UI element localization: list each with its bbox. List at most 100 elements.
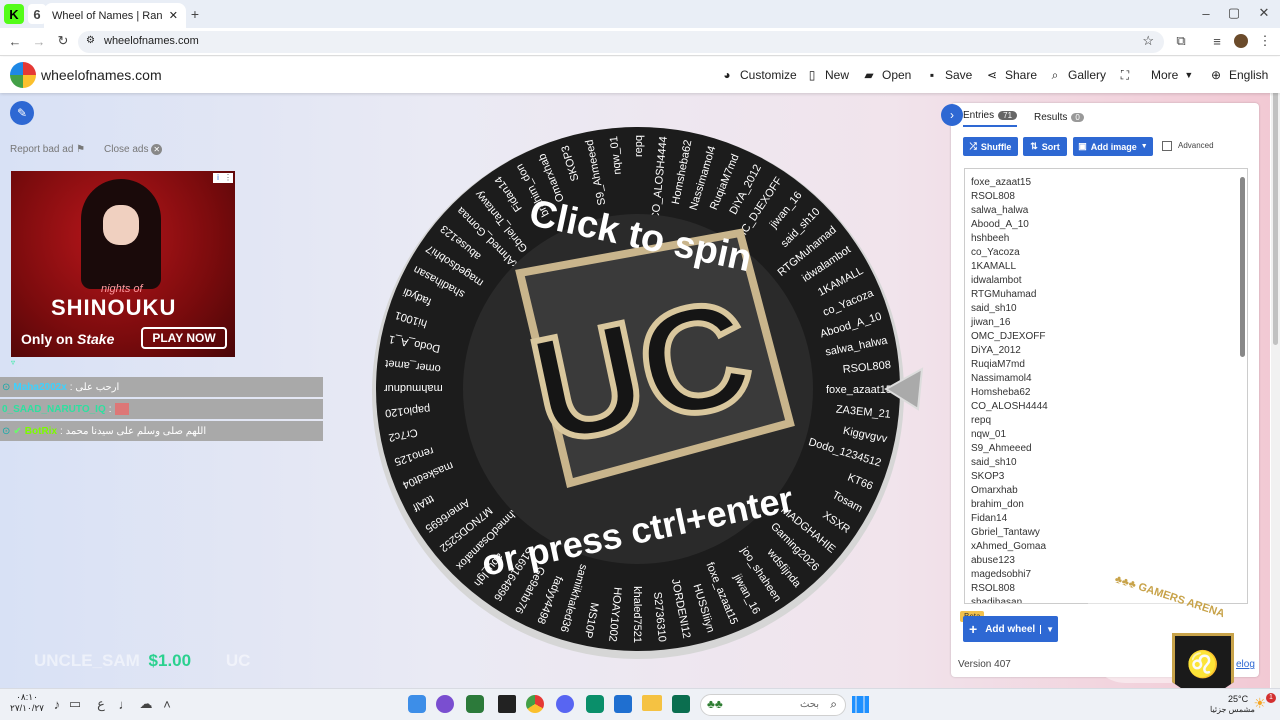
chevron-up-icon[interactable]: ˄ bbox=[160, 697, 174, 712]
collapse-panel-button[interactable]: › bbox=[941, 104, 963, 126]
monitor-icon[interactable]: ▭ bbox=[68, 696, 82, 711]
entry-item[interactable]: Abood_A_10 bbox=[971, 218, 1029, 232]
edit-pencil-button[interactable]: ✎ bbox=[10, 101, 34, 125]
entry-item[interactable]: idwalambot bbox=[971, 274, 1022, 288]
taskbar-search[interactable]: ♣♣ بحث ⌕ bbox=[700, 694, 846, 716]
app-icon[interactable] bbox=[436, 695, 454, 713]
advanced-checkbox[interactable] bbox=[1162, 141, 1172, 151]
share-button[interactable]: ⋖ Share bbox=[985, 57, 1037, 93]
sort-button[interactable]: ⇅ Sort bbox=[1023, 137, 1067, 156]
entry-item[interactable]: Fidan14 bbox=[971, 512, 1007, 526]
entry-item[interactable]: SKOP3 bbox=[971, 470, 1004, 484]
entry-item[interactable]: magedsobhi7 bbox=[971, 568, 1031, 582]
entry-item[interactable]: Homsheba62 bbox=[971, 386, 1030, 400]
new-tab-button[interactable]: + bbox=[188, 5, 202, 23]
app-icon[interactable] bbox=[498, 695, 516, 713]
wheel-logo-icon[interactable] bbox=[10, 62, 36, 88]
tab-entries[interactable]: Entries 71 bbox=[963, 107, 1018, 127]
shuffle-button[interactable]: ⤮ Shuffle bbox=[963, 137, 1018, 156]
entry-item[interactable]: hshbeeh bbox=[971, 232, 1009, 246]
close-ads-link[interactable]: Close ads ✕ bbox=[104, 144, 163, 155]
entry-item[interactable]: repq bbox=[971, 414, 991, 428]
discord-icon[interactable] bbox=[556, 695, 574, 713]
entry-item[interactable]: co_Yacoza bbox=[971, 246, 1020, 260]
app-icon[interactable] bbox=[586, 695, 604, 713]
bookmark-star-icon[interactable]: ☆ bbox=[1142, 33, 1154, 49]
close-window-icon[interactable]: ✕ bbox=[1256, 5, 1272, 21]
wheel[interactable]: foxe_azaat15RSOL808salwa_halwaAbood_A_10… bbox=[370, 123, 930, 663]
add-wheel-button[interactable]: + Add wheel ▼ bbox=[963, 616, 1058, 642]
entry-item[interactable]: Omarxhab bbox=[971, 484, 1018, 498]
site-info-icon[interactable]: ⚙ bbox=[86, 35, 95, 46]
app-icon[interactable] bbox=[408, 695, 426, 713]
entries-textarea[interactable]: foxe_azaat15 RSOL808 salwa_halwa Abood_A_10… bbox=[964, 168, 1248, 604]
reading-list-icon[interactable]: ≡ bbox=[1210, 34, 1224, 49]
entry-item[interactable]: nqw_01 bbox=[971, 428, 1006, 442]
entry-item[interactable]: said_sh10 bbox=[971, 302, 1017, 316]
ad-close-icon[interactable]: ⋮ bbox=[223, 173, 233, 183]
folder-icon[interactable] bbox=[642, 695, 662, 711]
volume-icon[interactable]: ♪ bbox=[50, 697, 64, 712]
extensions-icon[interactable]: ⧉ bbox=[1174, 33, 1188, 48]
reload-icon[interactable]: ↻ bbox=[56, 33, 70, 48]
close-tab-icon[interactable]: ✕ bbox=[169, 9, 178, 22]
entry-item[interactable]: said_sh10 bbox=[971, 456, 1017, 470]
cloud-icon[interactable]: ☁ bbox=[138, 696, 154, 711]
ad-play-button[interactable]: PLAY NOW bbox=[141, 327, 227, 349]
entry-item[interactable]: brahim_don bbox=[971, 498, 1024, 512]
entry-item[interactable]: jiwan_16 bbox=[971, 316, 1010, 330]
entry-item[interactable]: RTGMuhamad bbox=[971, 288, 1036, 302]
site-logo-text[interactable]: wheelofnames.com bbox=[41, 67, 162, 83]
entry-item[interactable]: S9_Ahmeeed bbox=[971, 442, 1032, 456]
address-bar[interactable]: ⚙ wheelofnames.com ☆ bbox=[78, 31, 1164, 53]
ad-info-icon[interactable]: i bbox=[213, 173, 223, 183]
save-button[interactable]: ▪ Save bbox=[925, 57, 973, 93]
entry-item[interactable]: salwa_halwa bbox=[971, 204, 1028, 218]
back-icon[interactable]: ← bbox=[8, 34, 22, 49]
more-button[interactable]: More ▼ bbox=[1151, 57, 1193, 93]
entry-item[interactable]: Gbriel_Tantawy bbox=[971, 526, 1040, 540]
entry-item[interactable]: Nassimamol4 bbox=[971, 372, 1032, 386]
ad-choices-icon[interactable]: ▿ bbox=[11, 358, 15, 367]
entry-item[interactable]: abuse123 bbox=[971, 554, 1015, 568]
entry-item[interactable]: 1KAMALL bbox=[971, 260, 1016, 274]
browser-tab[interactable]: Wheel of Names | Random nam ✕ bbox=[44, 3, 186, 28]
open-button[interactable]: ▰ Open bbox=[862, 57, 911, 93]
add-image-button[interactable]: ▣ Add image ▼ bbox=[1073, 137, 1153, 156]
chrome-icon[interactable] bbox=[526, 695, 544, 713]
page-scrollbar-thumb[interactable] bbox=[1273, 65, 1278, 345]
entry-item[interactable]: DiYA_2012 bbox=[971, 344, 1021, 358]
microphone-icon[interactable]: ♩ bbox=[118, 697, 132, 712]
profile-avatar[interactable] bbox=[1234, 34, 1248, 48]
app-icon[interactable] bbox=[672, 695, 690, 713]
entry-item[interactable]: RSOL808 bbox=[971, 582, 1015, 596]
page-scrollbar[interactable] bbox=[1271, 57, 1280, 688]
entry-item[interactable]: CO_ALOSH4444 bbox=[971, 400, 1048, 414]
entry-item[interactable]: foxe_azaat15 bbox=[971, 176, 1031, 190]
language-indicator[interactable]: ع bbox=[94, 696, 108, 711]
entry-item[interactable]: OMC_DJEXOFF bbox=[971, 330, 1045, 344]
ad-banner[interactable]: i ⋮ nights of SHINOUKU Only on Stake PLA… bbox=[11, 171, 235, 357]
kick-icon[interactable]: K bbox=[4, 4, 24, 24]
store-icon[interactable] bbox=[614, 695, 632, 713]
windows-start-icon[interactable] bbox=[852, 696, 869, 713]
entries-scrollbar[interactable] bbox=[1240, 177, 1245, 357]
maximize-icon[interactable]: ▢ bbox=[1226, 5, 1242, 21]
customize-button[interactable]: ◕ Customize bbox=[720, 57, 796, 93]
app-icon[interactable] bbox=[466, 695, 484, 713]
tab-results[interactable]: Results 0 bbox=[1034, 107, 1084, 127]
forward-icon[interactable]: → bbox=[32, 34, 46, 49]
gallery-button[interactable]: ⌕ Gallery bbox=[1048, 57, 1106, 93]
entry-item[interactable]: RSOL808 bbox=[971, 190, 1015, 204]
entry-item[interactable]: RuqiaM7md bbox=[971, 358, 1025, 372]
clock[interactable]: ٠٨:١٠ ٢٧/١٠/٢٧ bbox=[10, 692, 44, 714]
language-button[interactable]: ⊕ English bbox=[1209, 57, 1268, 93]
entry-item[interactable]: xAhmed_Gomaa bbox=[971, 540, 1046, 554]
fullscreen-button[interactable]: ⛶ bbox=[1118, 57, 1132, 93]
minimize-icon[interactable]: – bbox=[1198, 5, 1214, 21]
entry-item[interactable]: shadihasan bbox=[971, 596, 1022, 603]
new-button[interactable]: ▯ New bbox=[805, 57, 849, 93]
browser-menu-icon[interactable]: ⋮ bbox=[1259, 33, 1272, 48]
report-ad-link[interactable]: Report bad ad ⚑ bbox=[10, 144, 85, 155]
weather-widget[interactable]: ☀ 25°C مشمس جزئيا 1 bbox=[1200, 693, 1276, 717]
